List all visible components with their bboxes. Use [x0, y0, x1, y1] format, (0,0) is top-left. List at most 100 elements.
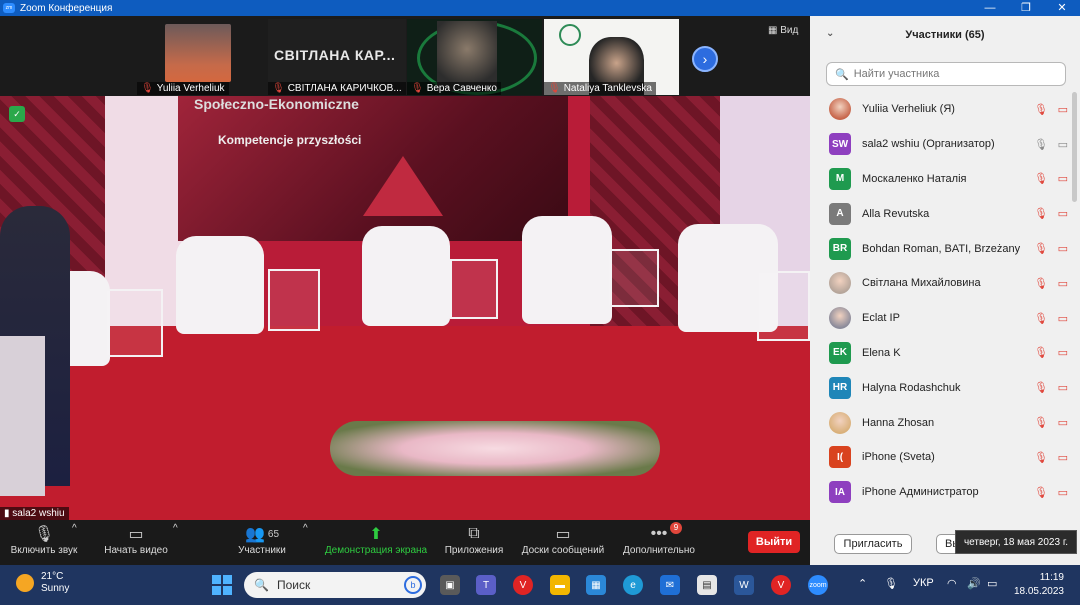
sun-icon: [16, 574, 34, 592]
weather-widget[interactable]: 21°C Sunny: [16, 571, 69, 595]
stage-screen: Społeczno-Ekonomiczne Kompetencje przysz…: [178, 96, 568, 241]
participant-name: Москаленко Наталія: [862, 172, 967, 185]
vivaldi-icon[interactable]: V: [771, 575, 791, 595]
teams-icon[interactable]: T: [476, 575, 496, 595]
window-controls: — ❐ ✕: [972, 0, 1080, 16]
participant-row[interactable]: I(iPhone (Sveta) 🎙 ▭: [810, 440, 1080, 475]
participant-row[interactable]: EK Elena K 🎙 ▭: [810, 336, 1080, 371]
zoom-icon[interactable]: zoom: [808, 575, 828, 595]
mic-off-icon: 🎙: [411, 83, 424, 94]
tile-big-name: СВІТЛАНА КАР...: [274, 47, 396, 63]
file-explorer-icon[interactable]: ▬: [550, 575, 570, 595]
more-icon: •••: [650, 525, 668, 542]
video-off-icon: ▭: [1057, 382, 1068, 395]
microphone-icon[interactable]: 🎙: [884, 577, 898, 590]
close-button[interactable]: ✕: [1044, 0, 1080, 16]
participant-row[interactable]: SW sala2 wshiu (Организатор) 🎙 ▭: [810, 127, 1080, 162]
window-title: Zoom Конференция: [20, 2, 113, 14]
video-off-icon: ▭: [1057, 451, 1068, 464]
participant-name: Hanna Zhosan: [862, 416, 935, 429]
next-page-button[interactable]: ›: [692, 46, 718, 72]
mic-off-icon: 🎙: [1034, 243, 1048, 256]
participant-row[interactable]: IA iPhone Администратор 🎙 ▭: [810, 475, 1080, 510]
chevron-down-icon[interactable]: ⌄: [826, 28, 834, 39]
participant-row[interactable]: A Alla Revutska 🎙 ▭: [810, 196, 1080, 231]
bing-icon[interactable]: b: [404, 576, 422, 594]
language-indicator[interactable]: УКР: [913, 577, 934, 589]
battery-icon[interactable]: ▭: [987, 577, 997, 590]
store-icon[interactable]: ▦: [586, 575, 606, 595]
mic-off-icon: 🎙: [33, 526, 55, 543]
windows-start-icon[interactable]: [212, 575, 232, 595]
apps-button[interactable]: ⧉ Приложения: [440, 523, 508, 556]
share-screen-button[interactable]: ⬆ Демонстрация экрана: [322, 523, 430, 556]
chevron-up-icon[interactable]: ^: [303, 523, 308, 534]
vivaldi-icon[interactable]: V: [513, 575, 533, 595]
notification-badge: 9: [670, 522, 682, 534]
participant-search-input[interactable]: 🔍 Найти участника: [826, 62, 1066, 86]
video-off-icon: ▭: [1057, 312, 1068, 325]
chevron-up-icon[interactable]: ⌃: [858, 577, 867, 590]
mail-icon[interactable]: ✉: [660, 575, 680, 595]
video-off-icon: ▭: [128, 526, 144, 543]
participant-row[interactable]: Hanna Zhosan 🎙 ▭: [810, 405, 1080, 440]
participant-row[interactable]: Світлана Михайловина 🎙 ▭: [810, 266, 1080, 301]
notepad-icon[interactable]: ▤: [697, 575, 717, 595]
side-table: [450, 259, 498, 319]
chevron-up-icon[interactable]: ^: [173, 523, 178, 534]
participant-row[interactable]: Yuliia Verheliuk (Я) 🎙 ▭: [810, 92, 1080, 127]
participants-button[interactable]: 👥 65 Участники: [228, 523, 296, 556]
participant-tile[interactable]: 🎙 Yuliia Verheliuk: [137, 19, 267, 95]
unmute-button[interactable]: 🎙 Включить звук: [6, 523, 82, 556]
taskbar-search-input[interactable]: 🔍 Поиск b: [244, 572, 426, 598]
scrollbar[interactable]: [1072, 92, 1077, 202]
invite-button[interactable]: Пригласить: [834, 534, 912, 554]
avatar: A: [829, 202, 851, 225]
participant-name: Alla Revutska: [862, 207, 930, 220]
avatar: SW: [829, 133, 851, 156]
avatar-photo: [829, 98, 851, 121]
tile-name: 🎙 Nataliya Tanklevska: [544, 82, 656, 95]
wifi-icon[interactable]: ◠: [947, 577, 957, 590]
task-view-icon[interactable]: ▣: [440, 575, 460, 595]
avatar-photo: [829, 272, 851, 295]
mic-off-icon: 🎙: [1034, 208, 1048, 221]
volume-icon[interactable]: 🔊: [967, 577, 981, 590]
avatar: EK: [829, 341, 851, 364]
participant-row[interactable]: HR Halyna Rodashchuk 🎙 ▭: [810, 370, 1080, 405]
start-video-button[interactable]: ▭ Начать видео: [98, 523, 174, 556]
word-icon[interactable]: W: [734, 575, 754, 595]
minimize-button[interactable]: —: [972, 0, 1008, 16]
more-button[interactable]: ••• 9 Дополнительно: [618, 522, 700, 556]
participants-icon: 👥 65: [244, 526, 280, 543]
participant-row[interactable]: Eclat IP 🎙 ▭: [810, 301, 1080, 336]
edge-icon[interactable]: e: [623, 575, 643, 595]
participant-row[interactable]: M Москаленко Наталія 🎙 ▭: [810, 162, 1080, 197]
participant-tile[interactable]: 🎙 Nataliya Tanklevska: [544, 19, 679, 95]
mic-off-icon: 🎙: [1034, 173, 1048, 186]
taskbar-clock[interactable]: 11:19 18.05.2023: [1012, 571, 1064, 599]
whiteboards-button[interactable]: ▭ Доски сообщений: [518, 523, 608, 556]
participant-tile[interactable]: 🎙 Вера Савченко: [407, 19, 542, 95]
podium: [0, 336, 45, 496]
zoom-logo-icon: zm: [3, 3, 15, 13]
participant-tile[interactable]: СВІТЛАНА КАР... 🎙 СВІТЛАНА КАРИЧКОВ...: [268, 19, 406, 95]
participant-row[interactable]: BR Bohdan Roman, BATI, Brzeżany 🎙 ▭: [810, 231, 1080, 266]
maximize-button[interactable]: ❐: [1008, 0, 1044, 16]
avatar-photo: [829, 411, 851, 434]
side-table: [757, 271, 810, 341]
title-bar: zm Zoom Конференция — ❐ ✕: [0, 0, 1080, 16]
video-off-icon: ▭: [1057, 173, 1068, 186]
video-off-icon: ▭: [1057, 243, 1068, 256]
chevron-up-icon[interactable]: ^: [72, 523, 77, 534]
video-off-icon: ▭: [1057, 347, 1068, 360]
armchair: [362, 226, 450, 326]
mic-off-icon: 🎙: [1034, 417, 1048, 430]
avatar: BR: [829, 237, 851, 260]
view-button[interactable]: ▦ Вид: [768, 25, 798, 36]
participant-name: Bohdan Roman, BATI, Brzeżany: [862, 242, 1021, 255]
armchair: [176, 236, 264, 334]
leave-button[interactable]: Выйти: [748, 531, 800, 553]
avatar: M: [829, 167, 851, 190]
screen-title: Społeczno-Ekonomiczne: [194, 96, 359, 112]
